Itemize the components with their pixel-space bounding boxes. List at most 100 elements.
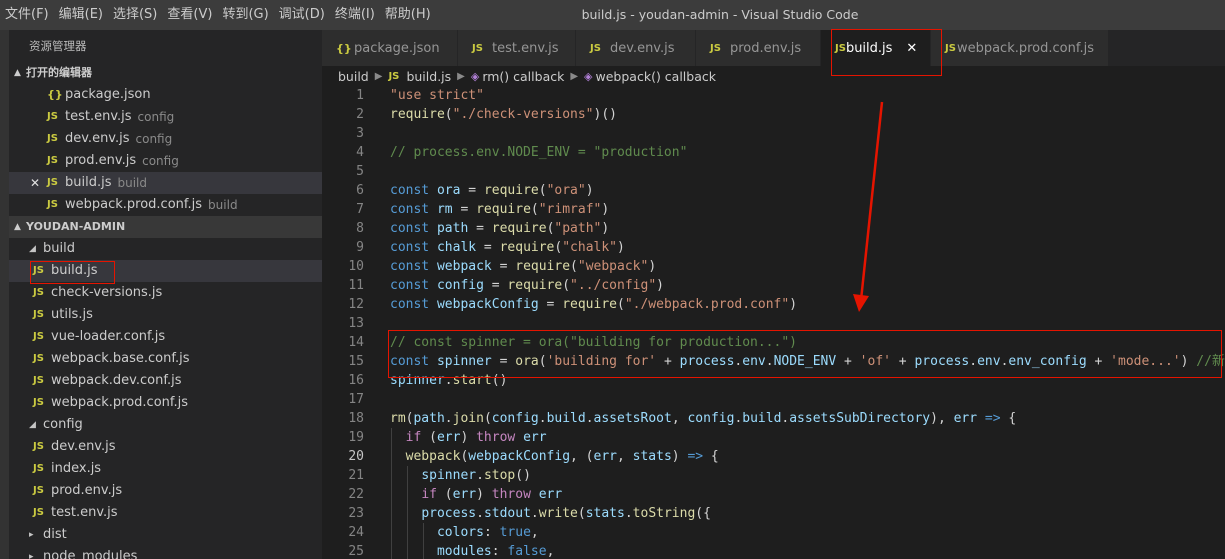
tree-file[interactable]: JS dev.env.js bbox=[0, 436, 322, 458]
tree-file[interactable]: JS webpack.prod.conf.js bbox=[0, 392, 322, 414]
tab-build-js[interactable]: JS build.js ✕ bbox=[821, 30, 931, 66]
code-token: false bbox=[507, 544, 547, 559]
code-line[interactable]: 19 if (err) throw err bbox=[322, 428, 1225, 447]
code-line[interactable]: 13 bbox=[322, 314, 1225, 333]
menu-terminal[interactable]: 终端(I) bbox=[330, 0, 380, 30]
code-line[interactable]: 10 const webpack = require("webpack") bbox=[322, 257, 1225, 276]
breadcrumb-symbol[interactable]: rm() callback bbox=[482, 69, 564, 84]
open-editor-item[interactable]: JS dev.env.js config bbox=[0, 128, 322, 150]
close-icon[interactable]: ✕ bbox=[906, 41, 917, 56]
tree-file[interactable]: JS vue-loader.conf.js bbox=[0, 326, 322, 348]
code-token: "../config" bbox=[570, 278, 657, 293]
code-token: if bbox=[421, 487, 437, 502]
code-token: ( bbox=[436, 487, 453, 502]
code-line[interactable]: 1 "use strict" bbox=[322, 86, 1225, 105]
code-token: . bbox=[476, 506, 484, 521]
project-header[interactable]: ▲ YOUDAN-ADMIN bbox=[0, 216, 322, 238]
open-editor-item[interactable]: {} package.json bbox=[0, 84, 322, 106]
code-line[interactable]: 21 spinner.stop() bbox=[322, 466, 1225, 485]
code-line[interactable]: 4 // process.env.NODE_ENV = "production" bbox=[322, 143, 1225, 162]
tab-package-json[interactable]: {} package.json bbox=[322, 30, 458, 66]
code-line[interactable]: 20 webpack(webpackConfig, (err, stats) =… bbox=[322, 447, 1225, 466]
code-token: "path" bbox=[554, 221, 602, 236]
menu-go[interactable]: 转到(G) bbox=[217, 0, 273, 30]
close-icon[interactable]: ✕ bbox=[30, 172, 40, 194]
open-editor-item[interactable]: JS test.env.js config bbox=[0, 106, 322, 128]
menu-file[interactable]: 文件(F) bbox=[0, 0, 54, 30]
code-token: spinner bbox=[421, 468, 477, 483]
code-token: , bbox=[671, 411, 688, 426]
folder-name: node_modules bbox=[43, 549, 138, 559]
code-token: build bbox=[546, 411, 586, 426]
code-line[interactable]: 24 colors: true, bbox=[322, 523, 1225, 542]
breadcrumb-symbol[interactable]: webpack() callback bbox=[596, 69, 716, 84]
code-token: , bbox=[530, 525, 539, 540]
code-line[interactable]: 22 if (err) throw err bbox=[322, 485, 1225, 504]
code-line[interactable]: 5 bbox=[322, 162, 1225, 181]
tab-dev-env[interactable]: JS dev.env.js bbox=[576, 30, 696, 66]
line-number: 6 bbox=[356, 183, 364, 198]
code-token: chalk bbox=[436, 240, 477, 255]
tree-file[interactable]: JS check-versions.js bbox=[0, 282, 322, 304]
folder-node-modules[interactable]: ▸ node_modules bbox=[0, 546, 322, 559]
folder-build[interactable]: ◢ build bbox=[0, 238, 322, 260]
code-line[interactable]: 7 const rm = require("rimraf") bbox=[322, 200, 1225, 219]
tree-file[interactable]: JS index.js bbox=[0, 458, 322, 480]
code-token: . bbox=[530, 506, 539, 521]
code-token: start bbox=[452, 373, 492, 388]
code-line[interactable]: 18 rm(path.join(config.build.assetsRoot, … bbox=[322, 409, 1225, 428]
code-line[interactable]: 23 process.stdout.write(stats.toString({ bbox=[322, 504, 1225, 523]
code-token: = bbox=[460, 183, 484, 198]
tree-file[interactable]: JS webpack.base.conf.js bbox=[0, 348, 322, 370]
code-line[interactable]: 12 const webpackConfig = require("./webpa… bbox=[322, 295, 1225, 314]
js-file-icon: JS bbox=[33, 353, 44, 364]
menu-view[interactable]: 查看(V) bbox=[162, 0, 217, 30]
code-token: rm bbox=[390, 411, 406, 426]
code-line[interactable]: 6 const ora = require("ora") bbox=[322, 181, 1225, 200]
open-editors-header[interactable]: ▲ 打开的编辑器 bbox=[0, 62, 322, 84]
tree-file[interactable]: JS webpack.dev.conf.js bbox=[0, 370, 322, 392]
open-editor-item[interactable]: JS prod.env.js config bbox=[0, 150, 322, 172]
tree-file[interactable]: JS prod.env.js bbox=[0, 480, 322, 502]
tab-label: test.env.js bbox=[492, 40, 559, 56]
code-line[interactable]: 8 const path = require("path") bbox=[322, 219, 1225, 238]
code-token: + bbox=[656, 354, 680, 369]
code-text: const config = require("../config") bbox=[390, 276, 664, 295]
breadcrumb-folder[interactable]: build bbox=[338, 69, 369, 84]
menu-selection[interactable]: 选择(S) bbox=[108, 0, 162, 30]
menu-edit[interactable]: 编辑(E) bbox=[54, 0, 108, 30]
tree-file[interactable]: JS test.env.js bbox=[0, 502, 322, 524]
open-editor-item-active[interactable]: ✕ JS build.js build bbox=[0, 172, 322, 194]
open-editor-item[interactable]: JS webpack.prod.conf.js build bbox=[0, 194, 322, 216]
code-token: 'mode...' bbox=[1110, 354, 1181, 369]
code-token: require bbox=[491, 221, 547, 236]
code-line[interactable]: 17 bbox=[322, 390, 1225, 409]
tree-file[interactable]: JS utils.js bbox=[0, 304, 322, 326]
tree-file-active[interactable]: JS build.js bbox=[0, 260, 322, 282]
code-token: = bbox=[483, 278, 508, 293]
code-token: ora bbox=[436, 183, 461, 198]
code-line[interactable]: 2 require("./check-versions")() bbox=[322, 105, 1225, 124]
code-editor[interactable]: 1 "use strict" 2 require("./check-versions"… bbox=[322, 86, 1225, 559]
code-line[interactable]: 25 modules: false, bbox=[322, 542, 1225, 559]
breadcrumb-file[interactable]: build.js bbox=[406, 69, 451, 84]
folder-dist[interactable]: ▸ dist bbox=[0, 524, 322, 546]
code-line[interactable]: 15 const spinner = ora('building for' + p… bbox=[322, 352, 1225, 371]
folder-config[interactable]: ◢ config bbox=[0, 414, 322, 436]
code-line[interactable]: 9 const chalk = require("chalk") bbox=[322, 238, 1225, 257]
menu-help[interactable]: 帮助(H) bbox=[380, 0, 436, 30]
code-line[interactable]: 14 // const spinner = ora("building for p… bbox=[322, 333, 1225, 352]
code-line[interactable]: 3 bbox=[322, 124, 1225, 143]
method-icon: ◈ bbox=[584, 69, 593, 83]
code-line[interactable]: 16 spinner.start() bbox=[322, 371, 1225, 390]
code-line[interactable]: 11 const config = require("../config") bbox=[322, 276, 1225, 295]
tab-prod-env[interactable]: JS prod.env.js bbox=[696, 30, 821, 66]
tab-webpack-prod-conf[interactable]: JS webpack.prod.conf.js bbox=[931, 30, 1109, 66]
tab-test-env[interactable]: JS test.env.js bbox=[458, 30, 576, 66]
menu-debug[interactable]: 调试(D) bbox=[274, 0, 330, 30]
js-file-icon: JS bbox=[47, 199, 58, 210]
code-text: const path = require("path") bbox=[390, 219, 609, 238]
tab-label: build.js bbox=[845, 40, 893, 56]
open-editor-folder: build bbox=[208, 198, 238, 212]
